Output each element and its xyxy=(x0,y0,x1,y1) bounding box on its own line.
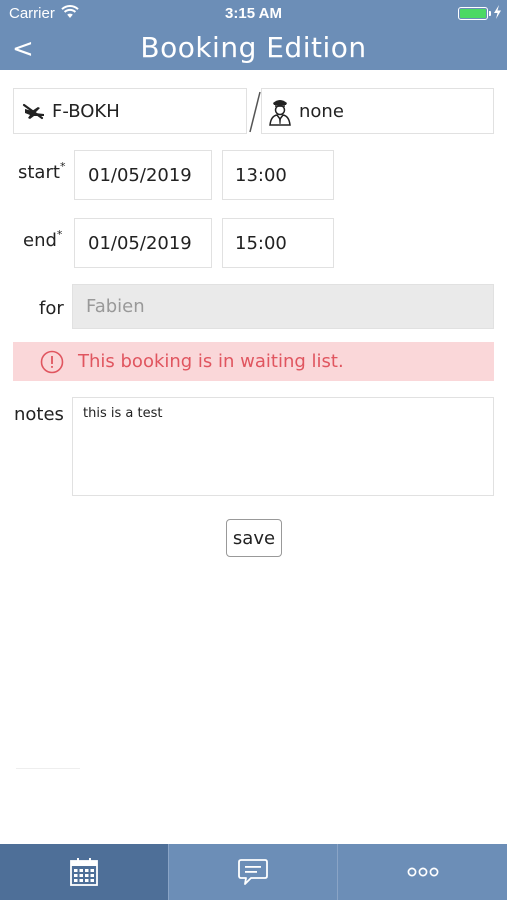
save-button[interactable]: save xyxy=(226,519,282,557)
airplane-icon xyxy=(22,101,46,121)
exclamation-circle-icon xyxy=(40,350,64,374)
start-date-field[interactable]: 01/05/2019 xyxy=(74,150,212,200)
battery-icon xyxy=(458,7,488,20)
start-date-value: 01/05/2019 xyxy=(88,164,192,186)
waiting-list-alert: This booking is in waiting list. xyxy=(13,342,494,381)
start-time-field[interactable]: 13:00 xyxy=(222,150,334,200)
required-mark: * xyxy=(56,228,63,241)
start-label-text: start xyxy=(18,162,60,183)
end-time-value: 15:00 xyxy=(235,232,287,254)
end-label: end* xyxy=(23,228,63,251)
notes-label: notes xyxy=(14,404,64,425)
tab-bar xyxy=(0,844,507,900)
tab-calendar[interactable] xyxy=(0,844,169,900)
for-label: for xyxy=(39,298,64,319)
status-bar: Carrier 3:15 AM xyxy=(0,0,507,28)
calendar-icon xyxy=(69,857,99,887)
pilot-icon xyxy=(267,96,293,126)
end-date-value: 01/05/2019 xyxy=(88,232,192,254)
pilot-value: none xyxy=(299,100,344,122)
start-label: start* xyxy=(18,160,66,183)
end-date-field[interactable]: 01/05/2019 xyxy=(74,218,212,268)
aircraft-value: F-BOKH xyxy=(52,100,120,122)
for-field: Fabien xyxy=(72,284,494,329)
page-title: Booking Edition xyxy=(140,31,367,64)
end-label-text: end xyxy=(23,230,57,251)
charging-icon xyxy=(493,5,502,23)
chat-icon xyxy=(237,857,269,887)
alert-message: This booking is in waiting list. xyxy=(78,351,344,372)
required-mark: * xyxy=(59,160,66,173)
tab-more[interactable] xyxy=(338,844,507,900)
notes-textarea[interactable]: this is a test xyxy=(72,397,494,496)
more-icon xyxy=(407,866,439,878)
battery-nub xyxy=(489,11,491,16)
tab-chat[interactable] xyxy=(169,844,338,900)
end-time-field[interactable]: 15:00 xyxy=(222,218,334,268)
pilot-selector[interactable]: none xyxy=(261,88,494,134)
for-value: Fabien xyxy=(86,296,145,317)
start-time-value: 13:00 xyxy=(235,164,287,186)
navigation-header: Carrier 3:15 AM < Booking Edition xyxy=(0,0,507,70)
status-time: 3:15 AM xyxy=(225,5,282,22)
aircraft-selector[interactable]: F-BOKH xyxy=(13,88,247,134)
divider xyxy=(16,768,80,769)
